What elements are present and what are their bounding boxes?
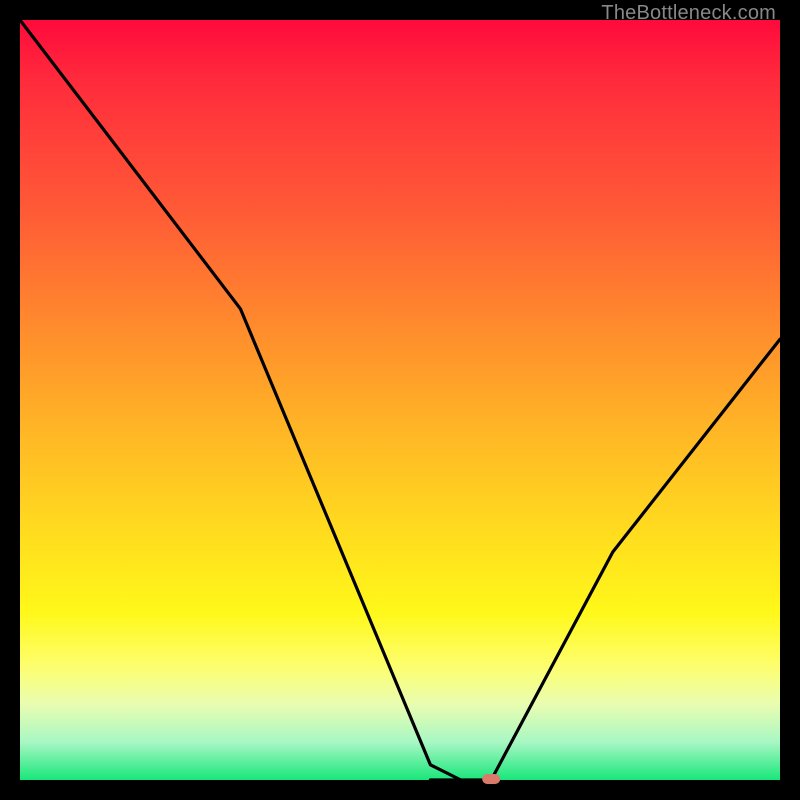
chart-frame: TheBottleneck.com xyxy=(0,0,800,800)
curve-svg xyxy=(20,20,780,780)
curve-left xyxy=(20,20,461,780)
curve-right xyxy=(491,339,780,780)
plot-area xyxy=(20,20,780,780)
minimum-marker xyxy=(482,774,500,784)
